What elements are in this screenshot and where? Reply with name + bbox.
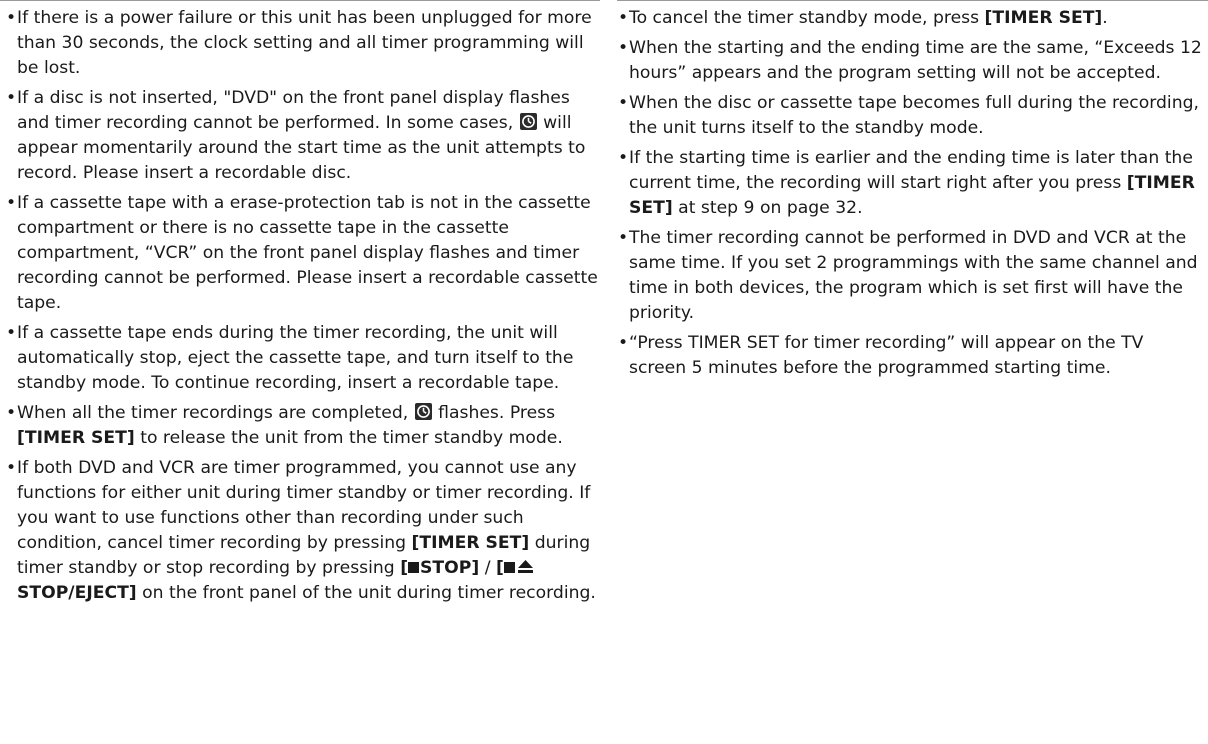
note-tv-screen-message: “Press TIMER SET for timer recording” wi…	[618, 331, 1204, 381]
stop-square-icon	[503, 562, 515, 573]
note-punctuation: .	[1102, 8, 1108, 28]
note-text: When the disc or cassette tape becomes f…	[629, 93, 1199, 138]
timer-clock-icon	[519, 113, 537, 130]
note-text: If a disc is not inserted, "DVD" on the …	[17, 88, 570, 133]
note-text: “Press TIMER SET for timer recording” wi…	[629, 333, 1144, 378]
note-dvd-vcr-same-time: The timer recording cannot be performed …	[618, 226, 1204, 326]
note-media-full: When the disc or cassette tape becomes f…	[618, 91, 1204, 141]
note-text: on the front panel of the unit during ti…	[142, 583, 596, 603]
note-text: If a cassette tape with a erase-protecti…	[17, 193, 598, 313]
note-same-time: When the starting and the ending time ar…	[618, 36, 1204, 86]
stop-key-open-bracket: [	[400, 558, 409, 578]
note-text: When all the timer recordings are comple…	[17, 403, 409, 423]
stop-square-icon	[408, 562, 420, 573]
note-cassette-not-inserted: If a cassette tape with a erase-protecti…	[6, 191, 604, 316]
note-text: The timer recording cannot be performed …	[629, 228, 1198, 323]
eject-icon	[517, 556, 533, 581]
note-tape-ends: If a cassette tape ends during the timer…	[6, 321, 604, 396]
note-both-programmed: If both DVD and VCR are timer programmed…	[6, 456, 604, 606]
note-text: When the starting and the ending time ar…	[629, 38, 1202, 83]
note-recordings-completed: When all the timer recordings are comple…	[6, 401, 604, 451]
note-text: at step 9 on page 32.	[678, 198, 863, 218]
left-column-notes: If there is a power failure or this unit…	[6, 6, 604, 611]
note-text: To cancel the timer standby mode, press	[629, 8, 980, 28]
timer-set-key: [TIMER SET]	[411, 533, 530, 553]
key-separator: /	[484, 558, 491, 578]
timer-set-key: [TIMER SET]	[984, 8, 1103, 28]
note-cancel-standby: To cancel the timer standby mode, press …	[618, 6, 1204, 31]
timer-clock-icon	[414, 403, 432, 420]
stop-eject-key-label: STOP/EJECT]	[17, 583, 137, 603]
stop-eject-key-open-bracket: [	[495, 558, 504, 578]
note-power-failure: If there is a power failure or this unit…	[6, 6, 604, 81]
top-rule-left	[0, 0, 600, 1]
note-text: flashes. Press	[438, 403, 556, 423]
note-text: If a cassette tape ends during the timer…	[17, 323, 574, 393]
right-column-notes: To cancel the timer standby mode, press …	[618, 6, 1204, 386]
note-disc-not-inserted: If a disc is not inserted, "DVD" on the …	[6, 86, 604, 186]
note-start-earlier: If the starting time is earlier and the …	[618, 146, 1204, 221]
note-text: to release the unit from the timer stand…	[140, 428, 563, 448]
timer-set-key: [TIMER SET]	[17, 428, 135, 448]
stop-key: [ STOP]	[400, 558, 479, 578]
top-rule-right	[617, 0, 1208, 1]
stop-key-label: STOP]	[420, 558, 480, 578]
note-text: If there is a power failure or this unit…	[17, 8, 592, 78]
note-text: If the starting time is earlier and the …	[629, 148, 1193, 193]
